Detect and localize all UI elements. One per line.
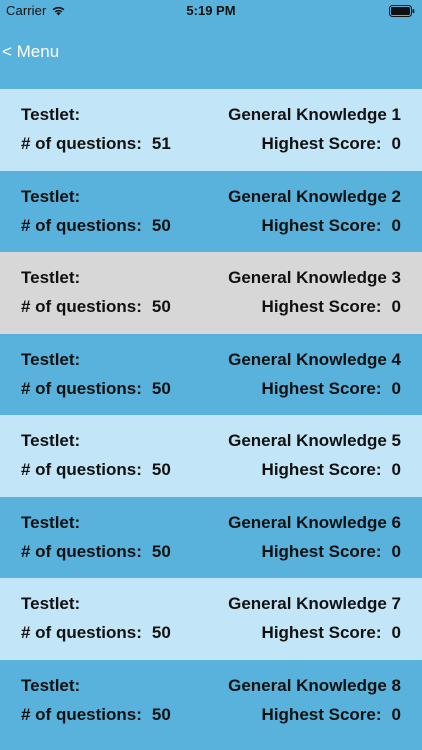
question-count-label: # of questions: (21, 378, 142, 398)
highest-score-group: Highest Score: 0 (262, 542, 401, 562)
question-count-label: # of questions: (21, 215, 142, 235)
highest-score-label: Highest Score: (261, 541, 382, 561)
highest-score-label: Highest Score: (261, 460, 382, 479)
question-count-group: # of questions: 50 (21, 705, 171, 725)
testlet-name: General Knowledge 6 (228, 512, 401, 532)
testlet-row[interactable]: Testlet: General Knowledge 2 # of question… (0, 170, 422, 252)
question-count-value: 51 (151, 134, 171, 153)
back-menu-button[interactable]: < Menu (2, 42, 59, 62)
highest-score-label: Highest Score: (261, 378, 382, 398)
question-count-group: # of questions: 50 (21, 542, 171, 562)
highest-score-value: 0 (391, 378, 401, 398)
question-count-value: 50 (151, 215, 171, 235)
question-count-value: 50 (151, 541, 171, 561)
highest-score-value: 0 (391, 704, 401, 724)
highest-score-group: Highest Score: 0 (262, 705, 401, 725)
testlet-row[interactable]: Testlet: General Knowledge 5 # of question… (0, 415, 422, 497)
testlet-name: General Knowledge 7 (228, 594, 401, 613)
testlet-label: Testlet: (21, 186, 81, 206)
testlet-list: Testlet: General Knowledge 1 # of question… (0, 89, 422, 741)
highest-score-label: Highest Score: (261, 623, 382, 642)
question-count-group: # of questions: 50 (21, 623, 171, 643)
highest-score-label: Highest Score: (261, 297, 382, 316)
highest-score-group: Highest Score: 0 (262, 379, 401, 399)
testlet-row[interactable]: Testlet: General Knowledge 1 # of question… (0, 89, 422, 171)
testlet-label: Testlet: (21, 512, 81, 532)
question-count-group: # of questions: 50 (21, 379, 171, 399)
question-count-group: # of questions: 50 (21, 460, 171, 480)
testlet-label: Testlet: (21, 594, 81, 613)
question-count-value: 50 (151, 460, 171, 479)
status-bar: Carrier 5:19 PM (0, 0, 422, 22)
question-count-label: # of questions: (21, 134, 142, 153)
testlet-name: General Knowledge 5 (228, 431, 401, 450)
testlet-row[interactable]: Testlet: General Knowledge 8 # of question… (0, 659, 422, 741)
app-screen: Carrier 5:19 PM < Menu Testlet: General K… (0, 0, 422, 750)
highest-score-value: 0 (391, 623, 401, 642)
highest-score-value: 0 (391, 541, 401, 561)
testlet-row[interactable]: Testlet: General Knowledge 3 # of question… (0, 252, 422, 334)
highest-score-value: 0 (391, 297, 401, 316)
question-count-group: # of questions: 50 (21, 297, 171, 317)
highest-score-group: Highest Score: 0 (262, 297, 401, 317)
testlet-label: Testlet: (21, 268, 81, 287)
question-count-value: 50 (151, 297, 171, 316)
testlet-label: Testlet: (21, 105, 81, 124)
question-count-label: # of questions: (21, 704, 142, 724)
testlet-row[interactable]: Testlet: General Knowledge 6 # of question… (0, 496, 422, 578)
highest-score-label: Highest Score: (261, 215, 382, 235)
question-count-label: # of questions: (21, 460, 142, 479)
navigation-bar: < Menu (0, 22, 422, 88)
highest-score-label: Highest Score: (261, 704, 382, 724)
question-count-label: # of questions: (21, 297, 142, 316)
question-count-group: # of questions: 51 (21, 134, 171, 154)
testlet-name: General Knowledge 8 (228, 675, 401, 695)
testlet-row[interactable]: Testlet: General Knowledge 7 # of question… (0, 578, 422, 660)
testlet-label: Testlet: (21, 675, 81, 695)
highest-score-group: Highest Score: 0 (262, 216, 401, 236)
question-count-value: 50 (151, 378, 171, 398)
testlet-name: General Knowledge 3 (228, 268, 401, 287)
testlet-name: General Knowledge 1 (228, 105, 401, 124)
testlet-label: Testlet: (21, 349, 81, 369)
highest-score-label: Highest Score: (261, 134, 382, 153)
question-count-label: # of questions: (21, 623, 142, 642)
highest-score-value: 0 (391, 215, 401, 235)
testlet-name: General Knowledge 4 (228, 349, 401, 369)
question-count-value: 50 (151, 704, 171, 724)
question-count-value: 50 (151, 623, 171, 642)
battery-icon (389, 5, 415, 17)
testlet-label: Testlet: (21, 431, 81, 450)
highest-score-group: Highest Score: 0 (262, 623, 401, 643)
question-count-label: # of questions: (21, 541, 142, 561)
highest-score-group: Highest Score: 0 (262, 134, 401, 154)
highest-score-value: 0 (391, 134, 401, 153)
highest-score-group: Highest Score: 0 (262, 460, 401, 480)
question-count-group: # of questions: 50 (21, 216, 171, 236)
status-time: 5:19 PM (186, 3, 236, 18)
highest-score-value: 0 (391, 460, 401, 479)
testlet-name: General Knowledge 2 (228, 186, 401, 206)
testlet-row[interactable]: Testlet: General Knowledge 4 # of question… (0, 333, 422, 415)
